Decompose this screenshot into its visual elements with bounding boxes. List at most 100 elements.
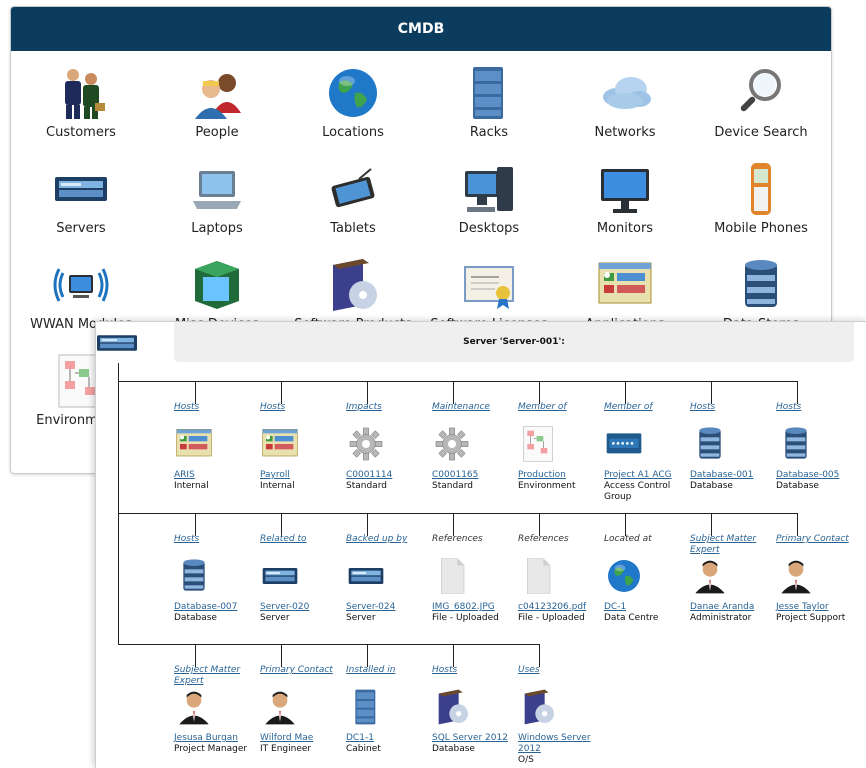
relationship-node: Backed up by Server-024 Server <box>346 534 432 624</box>
relationship-type[interactable]: Primary Contact <box>776 534 862 556</box>
cmdb-tile-monitors[interactable]: Monitors <box>557 159 693 255</box>
node-type: Database <box>776 481 819 491</box>
node-name-link[interactable]: IMG_6802.JPG <box>432 602 518 613</box>
cmdb-tile-device-search[interactable]: Device Search <box>693 63 829 159</box>
cmdb-tile-label: Device Search <box>714 125 808 140</box>
cmdb-tile-label: Racks <box>469 125 509 140</box>
relationship-type[interactable]: Member of <box>518 402 604 424</box>
relationship-type[interactable]: Impacts <box>346 402 432 424</box>
cmdb-tile-label: Servers <box>56 221 106 236</box>
relationship-type[interactable]: Hosts <box>174 534 260 556</box>
server-detail-panel: Server 'Server-001': Hosts ARIS Internal Ho… <box>95 321 866 768</box>
node-name-link[interactable]: Payroll <box>260 470 346 481</box>
node-type: Database <box>690 481 733 491</box>
tree-connector <box>453 381 454 404</box>
cmdb-tile-laptops[interactable]: Laptops <box>149 159 285 255</box>
node-name-link[interactable]: Production <box>518 470 604 481</box>
software-icon <box>323 255 383 315</box>
node-name-link[interactable]: Project A1 ACG <box>604 470 690 481</box>
cmdb-tile-locations[interactable]: Locations <box>285 63 421 159</box>
relationship-type[interactable]: Hosts <box>690 402 776 424</box>
cmdb-tile-customers[interactable]: Customers <box>13 63 149 159</box>
relationship-type[interactable]: Backed up by <box>346 534 432 556</box>
cloud-icon <box>595 63 655 123</box>
node-type: Data Centre <box>604 613 659 623</box>
cmdb-tile-servers[interactable]: Servers <box>13 159 149 255</box>
tree-connector <box>281 644 282 667</box>
node-name-link[interactable]: Database-001 <box>690 470 776 481</box>
application-icon <box>174 424 214 464</box>
cmdb-tile-label: Networks <box>594 125 656 140</box>
server-icon <box>346 556 386 596</box>
node-type: Database <box>432 744 475 754</box>
relationship-type[interactable]: Maintenance <box>432 402 518 424</box>
tree-spine <box>118 363 119 644</box>
node-name-link[interactable]: Jesusa Burgan <box>174 733 260 744</box>
node-name-link[interactable]: Wilford Mae <box>260 733 346 744</box>
relationship-node: Hosts Database-007 Database <box>174 534 260 624</box>
laptop-icon <box>187 159 247 219</box>
relationship-type[interactable]: Related to <box>260 534 346 556</box>
cmdb-tile-mobile-phones[interactable]: Mobile Phones <box>693 159 829 255</box>
node-name-link[interactable]: Server-020 <box>260 602 346 613</box>
relationship-type: References <box>432 534 483 544</box>
cmdb-tile-racks[interactable]: Racks <box>421 63 557 159</box>
node-name-link[interactable]: C0001114 <box>346 470 432 481</box>
node-name-link[interactable]: DC1-1 <box>346 733 432 744</box>
node-name-link[interactable]: Database-005 <box>776 470 862 481</box>
node-name-link[interactable]: C0001165 <box>432 470 518 481</box>
node-name-link[interactable]: Danae Aranda <box>690 602 776 613</box>
relationship-type[interactable]: Installed in <box>346 665 432 687</box>
file-icon <box>432 556 472 596</box>
tree-branch-row-1 <box>118 381 798 382</box>
node-type: Internal <box>174 481 209 491</box>
tree-connector <box>195 644 196 667</box>
node-name-link[interactable]: Windows Server 2012 <box>518 733 604 755</box>
relationship-node: Installed in DC1-1 Cabinet <box>346 665 432 755</box>
environment-icon <box>518 424 558 464</box>
wwan-icon <box>51 255 111 315</box>
node-type: Access Control Group <box>604 481 671 502</box>
node-type: O/S <box>518 755 534 765</box>
relationship-node: Hosts Payroll Internal <box>260 402 346 492</box>
cmdb-tile-desktops[interactable]: Desktops <box>421 159 557 255</box>
relationship-type[interactable]: Subject Matter Expert <box>174 665 260 687</box>
node-name-link[interactable]: Server-024 <box>346 602 432 613</box>
relationship-type[interactable]: Primary Contact <box>260 665 346 687</box>
node-name-link[interactable]: ARIS <box>174 470 260 481</box>
cmdb-tile-people[interactable]: People <box>149 63 285 159</box>
node-name-link[interactable]: Database-007 <box>174 602 260 613</box>
node-name-link[interactable]: c04123206.pdf <box>518 602 604 613</box>
relationship-node: Impacts C0001114 Standard <box>346 402 432 492</box>
server-icon <box>260 556 300 596</box>
tree-connector <box>711 513 712 536</box>
relationship-type[interactable]: Member of <box>604 402 690 424</box>
cmdb-tile-label: Customers <box>46 125 116 140</box>
cmdb-tile-tablets[interactable]: Tablets <box>285 159 421 255</box>
relationship-type[interactable]: Hosts <box>432 665 518 687</box>
node-name-link[interactable]: DC-1 <box>604 602 690 613</box>
tree-connector <box>797 513 798 536</box>
relationship-type[interactable]: Uses <box>518 665 604 687</box>
tree-connector <box>539 644 540 667</box>
relationship-node: Uses Windows Server 2012 O/S <box>518 665 604 766</box>
node-name-link[interactable]: Jesse Taylor <box>776 602 862 613</box>
node-type: Server <box>260 613 290 623</box>
file-icon <box>518 556 558 596</box>
relationship-type[interactable]: Hosts <box>260 402 346 424</box>
cmdb-tile-networks[interactable]: Networks <box>557 63 693 159</box>
rack-icon <box>346 687 386 727</box>
tree-connector <box>625 513 626 536</box>
relationship-type[interactable]: Hosts <box>776 402 862 424</box>
person-icon <box>174 687 214 727</box>
node-name-link[interactable]: SQL Server 2012 <box>432 733 518 744</box>
cmdb-tile-label: Mobile Phones <box>714 221 808 236</box>
node-type: Administrator <box>690 613 752 623</box>
customers-icon <box>51 63 111 123</box>
relationship-type: Located at <box>604 534 652 544</box>
relationship-type: References <box>518 534 569 544</box>
tree-connector <box>195 381 196 404</box>
relationship-type[interactable]: Hosts <box>174 402 260 424</box>
relationship-type[interactable]: Subject Matter Expert <box>690 534 776 556</box>
tree-branch-row-3 <box>118 644 540 645</box>
